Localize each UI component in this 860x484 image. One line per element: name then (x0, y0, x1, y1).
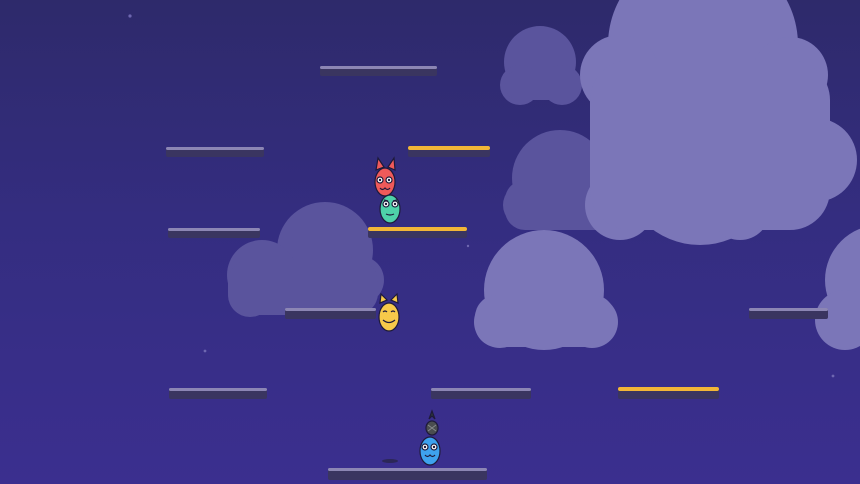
player-blue (382, 409, 441, 466)
cloud-near-2 (474, 230, 618, 350)
platform (749, 308, 828, 319)
platform (285, 308, 376, 319)
pineapple-hat-icon (425, 409, 439, 436)
cat-ears-icon (379, 292, 389, 304)
platform (431, 388, 531, 399)
cloud-far-1 (500, 26, 582, 105)
platform (320, 66, 437, 76)
game-canvas (128, 0, 860, 480)
platform (166, 147, 264, 157)
platform-lit (408, 146, 490, 157)
cloud-near-3 (815, 228, 860, 350)
platform (169, 388, 267, 399)
cloud-far-3 (227, 202, 384, 317)
player-yellow (378, 292, 400, 332)
platform (168, 228, 260, 238)
platform (328, 468, 487, 480)
cloud-near-1 (580, 0, 857, 245)
player-red (374, 156, 396, 197)
game-scene (0, 0, 860, 484)
platform-lit (618, 387, 719, 399)
platform-lit (368, 227, 467, 238)
player-green (379, 194, 401, 224)
players (374, 156, 441, 466)
